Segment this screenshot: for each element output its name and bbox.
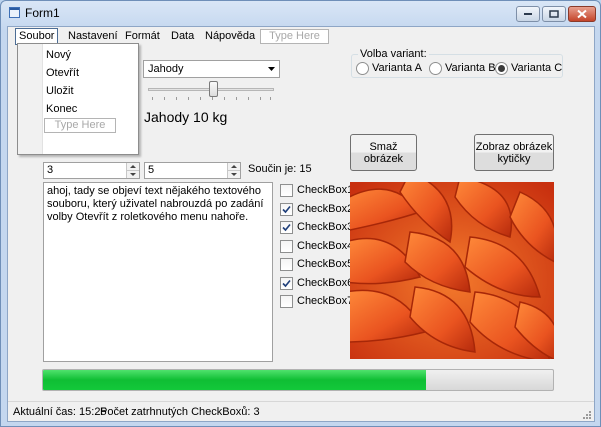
maximize-button[interactable] [542, 6, 566, 22]
radio-label: Varianta B [445, 62, 496, 74]
menu-item-ulozit[interactable]: Uložit [46, 83, 74, 99]
show-image-button[interactable]: Zobraz obrázek kytičky [474, 134, 554, 171]
slider-tick [152, 97, 153, 100]
checkbox-box [280, 240, 293, 253]
menu-napoveda[interactable]: Nápověda [202, 29, 258, 44]
product-label: Jahody 10 kg [144, 109, 228, 125]
file-content-textbox[interactable]: ahoj, tady se objeví text nějakého texto… [43, 182, 273, 362]
close-button[interactable] [568, 6, 596, 22]
slider-thumb[interactable] [209, 81, 218, 97]
minimize-button[interactable] [516, 6, 540, 22]
radio-dot [429, 62, 442, 75]
app-window: Form1 Soubor Nastavení Formát Data Nápov… [0, 0, 601, 427]
combo-value: Jahody [148, 63, 184, 75]
fruit-combobox[interactable]: Jahody [143, 60, 280, 78]
checkbox-box [280, 295, 293, 308]
status-bar: Aktuální čas: 15:25 Počet zatrhnutých Ch… [8, 401, 594, 422]
arrow-down-icon [130, 173, 136, 176]
slider-tick [188, 97, 189, 100]
slider-tick [200, 97, 201, 100]
checkbox-box [280, 203, 293, 216]
maximize-icon [549, 10, 559, 18]
spinner-buttons [126, 163, 139, 178]
radio-label: Varianta C [511, 62, 563, 74]
spin-up-button[interactable] [228, 163, 240, 171]
checkmark-icon [282, 279, 291, 288]
spin-down-button[interactable] [127, 171, 139, 178]
slider-tick [164, 97, 165, 100]
slider-tick [236, 97, 237, 100]
checkbox-label: CheckBox2 [297, 203, 354, 215]
checkbox-box [280, 277, 293, 290]
progress-fill [43, 370, 426, 390]
checkbox-label: CheckBox7 [297, 295, 354, 307]
number-b-value: 5 [148, 164, 155, 176]
app-icon [9, 7, 20, 18]
product-result-label: Součin je: 15 [248, 163, 312, 175]
number-a-spinner[interactable]: 3 [43, 162, 140, 179]
title-bar[interactable]: Form1 [1, 1, 600, 25]
minimize-icon [524, 13, 532, 15]
flower-image [350, 182, 554, 359]
checkbox-label: CheckBox6 [297, 277, 354, 289]
menu-format[interactable]: Formát [122, 29, 163, 44]
checkbox-box [280, 221, 293, 234]
checkmark-icon [282, 223, 291, 232]
arrow-down-icon [231, 173, 237, 176]
status-time: Aktuální čas: 15:25 [13, 406, 107, 418]
checkbox-label: CheckBox4 [297, 240, 354, 252]
resize-grip-icon[interactable] [582, 410, 592, 420]
radio-label: Varianta A [372, 62, 422, 74]
slider-tick [260, 97, 261, 100]
variant-group-title: Volba variant: [358, 48, 429, 60]
slider-tick [212, 97, 213, 100]
checkbox-label: CheckBox1 [297, 184, 354, 196]
checkbox-label: CheckBox5 [297, 258, 354, 270]
slider-tick [248, 97, 249, 100]
spinner-buttons [227, 163, 240, 178]
menu-nastaveni[interactable]: Nastavení [65, 29, 121, 44]
checkbox-box [280, 258, 293, 271]
checkmark-icon [282, 205, 291, 214]
status-checked-count: Počet zatrhnutých CheckBoxů: 3 [100, 406, 260, 418]
spin-up-button[interactable] [127, 163, 139, 171]
chevron-down-icon [268, 67, 275, 71]
checkbox-box [280, 184, 293, 197]
slider-tick [176, 97, 177, 100]
flower-picture [350, 182, 554, 359]
menu-item-konec[interactable]: Konec [46, 101, 77, 117]
arrow-up-icon [231, 165, 237, 168]
slider-tick [224, 97, 225, 100]
menu-type-here[interactable]: Type Here [260, 29, 329, 44]
spin-down-button[interactable] [228, 171, 240, 178]
menu-item-otevrit[interactable]: Otevřít [46, 65, 79, 81]
slider-tick [270, 97, 271, 100]
delete-image-button[interactable]: Smaž obrázek [350, 134, 417, 171]
quantity-slider[interactable] [148, 80, 274, 102]
dropdown-type-here[interactable]: Type Here [44, 118, 116, 133]
close-icon [577, 9, 587, 19]
soubor-dropdown-menu: Nový Otevřít Uložit Konec Type Here [17, 43, 139, 155]
window-title: Form1 [25, 6, 60, 20]
variant-groupbox: Volba variant: Varianta A Varianta B Var… [351, 48, 563, 78]
radio-dot [356, 62, 369, 75]
menu-data[interactable]: Data [168, 29, 197, 44]
number-b-spinner[interactable]: 5 [144, 162, 241, 179]
arrow-up-icon [130, 165, 136, 168]
menu-gutter [18, 44, 43, 154]
menu-item-novy[interactable]: Nový [46, 47, 71, 63]
checkbox-label: CheckBox3 [297, 221, 354, 233]
number-a-value: 3 [47, 164, 54, 176]
radio-dot [495, 62, 508, 75]
form-client-area: Soubor Nastavení Formát Data Nápověda Ty… [7, 26, 595, 422]
progress-bar [42, 369, 554, 391]
